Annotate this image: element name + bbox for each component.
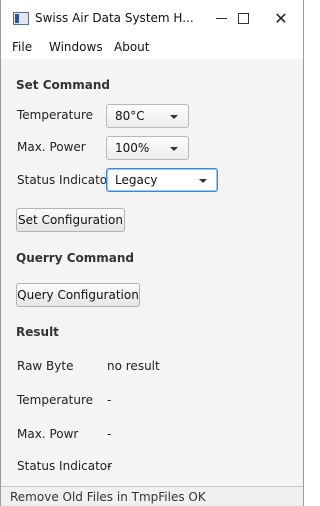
max-power-select-value: 100% [115, 141, 150, 155]
window-title: Swiss Air Data System H... [35, 11, 194, 25]
menu-about[interactable]: About [114, 40, 149, 54]
set-command-title: Set Command [16, 78, 110, 92]
menu-bar: File Windows About [1, 37, 303, 59]
status-indicator-select-value: Legacy [115, 173, 158, 187]
result-max-power-value: - [107, 427, 112, 441]
chevron-down-icon [199, 179, 207, 183]
menu-windows[interactable]: Windows [49, 40, 103, 54]
menu-file[interactable]: File [12, 40, 32, 54]
status-bar: Remove Old Files in TmpFiles OK [1, 486, 303, 506]
set-configuration-button[interactable]: Set Configuration [16, 208, 125, 232]
app-window: Swiss Air Data System H... ✕ File Window… [0, 0, 304, 506]
title-bar[interactable]: Swiss Air Data System H... ✕ [1, 0, 303, 37]
result-status-indicator-value: - [107, 459, 112, 473]
close-button[interactable]: ✕ [267, 6, 295, 30]
result-temperature-value: - [107, 393, 112, 407]
query-command-title: Querry Command [16, 251, 135, 265]
raw-byte-label: Raw Byte [17, 359, 74, 373]
app-icon [13, 12, 29, 25]
max-power-select[interactable]: 100% [106, 136, 189, 160]
close-icon: ✕ [274, 8, 288, 28]
status-indicator-select[interactable]: Legacy [106, 168, 218, 192]
chevron-down-icon [170, 147, 178, 151]
result-temperature-label: Temperature [17, 393, 94, 407]
temperature-select-value: 80°C [115, 109, 145, 123]
query-configuration-button[interactable]: Query Configuration [16, 283, 140, 307]
temperature-label: Temperature [17, 108, 94, 122]
max-power-label: Max. Power [17, 140, 86, 154]
result-title: Result [16, 325, 59, 339]
chevron-down-icon [170, 115, 178, 119]
maximize-icon [237, 12, 249, 24]
result-status-indicator-label: Status Indicator [17, 459, 113, 473]
temperature-select[interactable]: 80°C [106, 104, 189, 128]
status-indicator-label: Status Indicator [17, 173, 113, 187]
raw-byte-value: no result [107, 359, 160, 373]
result-max-power-label: Max. Powr [17, 427, 79, 441]
maximize-button[interactable] [229, 6, 257, 30]
status-text: Remove Old Files in TmpFiles OK [10, 490, 206, 504]
minimize-icon [215, 17, 227, 19]
